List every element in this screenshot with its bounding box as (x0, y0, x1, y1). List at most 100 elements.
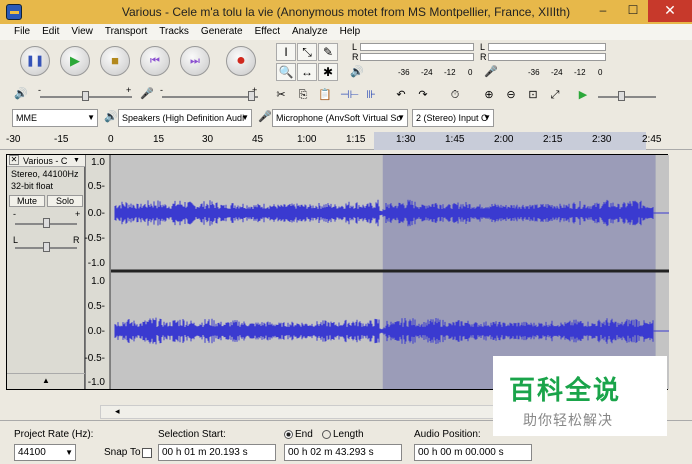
close-button[interactable]: ✕ (648, 0, 692, 22)
track-area: ✕ Various - C ▼ Stereo, 44100Hz 32-bit f… (6, 154, 669, 390)
undo-icon[interactable]: ↶ (392, 86, 410, 104)
selection-end-field[interactable]: 00 h 02 m 43.293 s (284, 444, 402, 461)
stop-button[interactable]: ■ (100, 46, 130, 76)
menu-edit[interactable]: Edit (36, 24, 65, 40)
audio-host-select[interactable]: MME ▼ (12, 109, 98, 127)
chevron-down-icon[interactable]: ▼ (73, 155, 80, 167)
trim-icon[interactable]: ⊣⊢ (340, 86, 359, 104)
menu-help[interactable]: Help (334, 24, 367, 40)
menu-effect[interactable]: Effect (249, 24, 286, 40)
record-icon: ● (236, 52, 246, 69)
audio-position-field[interactable]: 00 h 00 m 00.000 s (414, 444, 532, 461)
menu-generate[interactable]: Generate (195, 24, 249, 40)
selection-start-field[interactable]: 00 h 01 m 20.193 s (158, 444, 276, 461)
amplitude-scale: 1.0 0.5- 0.0- -0.5- -1.0 1.0 0.5- 0.0- -… (84, 155, 110, 389)
output-device-icon: 🔊 (104, 111, 118, 123)
mute-button[interactable]: Mute (9, 195, 45, 207)
menu-file[interactable]: File (8, 24, 36, 40)
watermark-logo-text: 百科全说 (509, 376, 622, 406)
play-button[interactable]: ▶ (60, 46, 90, 76)
output-volume-thumb[interactable] (82, 91, 89, 101)
paste-icon[interactable]: 📋 (316, 86, 334, 104)
microphone-icon: 🎤 (484, 66, 498, 78)
input-device-icon: 🎤 (258, 111, 272, 123)
zoom-tool[interactable]: 🔍 (276, 63, 296, 81)
stop-icon: ■ (111, 53, 119, 68)
silence-icon[interactable]: ⊪ (362, 86, 380, 104)
redo-icon[interactable]: ↷ (414, 86, 432, 104)
project-rate-select[interactable]: 44100 ▼ (14, 444, 76, 461)
play-icon: ▶ (70, 53, 80, 68)
input-volume-slider[interactable] (162, 96, 258, 98)
minimize-button[interactable]: – (588, 0, 618, 22)
chevron-down-icon: ▼ (65, 448, 73, 457)
collapse-icon: ▲ (42, 376, 50, 385)
output-volume-icon: 🔊 (14, 88, 28, 100)
snap-to-checkbox[interactable] (142, 448, 152, 458)
menu-bar: File Edit View Transport Tracks Generate… (0, 24, 692, 40)
cut-icon[interactable]: ✂ (272, 86, 290, 104)
output-device-select[interactable]: Speakers (High Definition Audi ▼ (118, 109, 252, 127)
zoom-in-icon[interactable]: ⊕ (480, 86, 498, 104)
pause-button[interactable]: ❚❚ (20, 46, 50, 76)
timeshift-tool[interactable]: ↔ (297, 63, 317, 81)
window-title: Various - Cele m'a tolu la vie (Anonymou… (121, 5, 571, 19)
end-radio[interactable] (284, 429, 293, 439)
watermark-overlay: 百科全说 助你轻松解决 (493, 356, 667, 436)
scroll-left-icon[interactable]: ◂ (115, 406, 120, 417)
play-speed-slider[interactable] (598, 96, 656, 98)
skip-to-end-button[interactable]: ⏭ (180, 46, 210, 76)
input-channels-select[interactable]: 2 (Stereo) Input C ▼ (412, 109, 494, 127)
menu-tracks[interactable]: Tracks (153, 24, 195, 40)
track-gain-thumb[interactable] (43, 218, 50, 228)
device-toolbar: MME ▼ 🔊 Speakers (High Definition Audi ▼ 🎤… (0, 109, 692, 129)
chevron-down-icon: ▼ (483, 113, 491, 122)
audacity-app-icon (6, 4, 22, 20)
fit-project-icon[interactable]: ⤢ (546, 86, 564, 104)
end-radio-label: End (295, 429, 313, 440)
menu-view[interactable]: View (65, 24, 99, 40)
multi-tool[interactable]: ✱ (318, 63, 338, 81)
fit-selection-icon[interactable]: ⊡ (524, 86, 542, 104)
selection-start-label: Selection Start: (158, 429, 226, 440)
record-button[interactable]: ● (226, 46, 256, 76)
track-format-info: Stereo, 44100Hz (11, 169, 79, 179)
track-close-button[interactable]: ✕ (9, 155, 19, 165)
snap-to-label: Snap To (104, 447, 141, 458)
track-bit-depth: 32-bit float (11, 181, 54, 191)
timeline-ruler[interactable]: -30 -15 0 15 30 45 1:00 1:15 1:30 1:45 2… (0, 132, 692, 150)
solo-button[interactable]: Solo (47, 195, 83, 207)
length-radio[interactable] (322, 429, 331, 439)
input-device-select[interactable]: Microphone (AnvSoft Virtual So ▼ (272, 109, 408, 127)
copy-icon[interactable]: ⎘ (294, 86, 312, 104)
selection-tool[interactable]: I (276, 43, 296, 61)
play-speed-thumb[interactable] (618, 91, 625, 101)
draw-tool[interactable]: ✎ (318, 43, 338, 61)
maximize-button[interactable]: ☐ (618, 0, 648, 22)
sync-lock-icon[interactable]: ⏱ (446, 86, 464, 104)
skip-end-icon: ⏭ (190, 55, 200, 67)
track-collapse-button[interactable]: ▲ (7, 373, 85, 387)
waveform-display[interactable] (111, 155, 669, 389)
track-control-panel[interactable]: ✕ Various - C ▼ Stereo, 44100Hz 32-bit f… (7, 155, 85, 389)
tools-toolbar: I ⤡ ✎ 🔍 ↔ ✱ (276, 42, 342, 82)
play-at-speed-icon[interactable]: ▶ (574, 86, 592, 104)
audio-position-label: Audio Position: (414, 429, 481, 440)
chevron-down-icon: ▼ (241, 113, 249, 122)
skip-start-icon: ⏮ (150, 55, 160, 67)
input-volume-icon: 🎤 (140, 88, 154, 100)
chevron-down-icon: ▼ (397, 113, 405, 122)
menu-analyze[interactable]: Analyze (286, 24, 334, 40)
length-radio-label: Length (333, 429, 364, 440)
menu-transport[interactable]: Transport (99, 24, 153, 40)
chevron-down-icon: ▼ (87, 113, 95, 122)
speaker-icon: 🔊 (350, 66, 364, 78)
track-header[interactable]: ✕ Various - C ▼ (7, 155, 85, 167)
envelope-tool[interactable]: ⤡ (297, 43, 317, 61)
track-pan-thumb[interactable] (43, 242, 50, 252)
title-bar: Various - Cele m'a tolu la vie (Anonymou… (0, 0, 692, 24)
track-name-menu[interactable]: Various - C (23, 155, 67, 167)
input-volume-thumb[interactable] (248, 91, 255, 101)
skip-to-start-button[interactable]: ⏮ (140, 46, 170, 76)
zoom-out-icon[interactable]: ⊖ (502, 86, 520, 104)
